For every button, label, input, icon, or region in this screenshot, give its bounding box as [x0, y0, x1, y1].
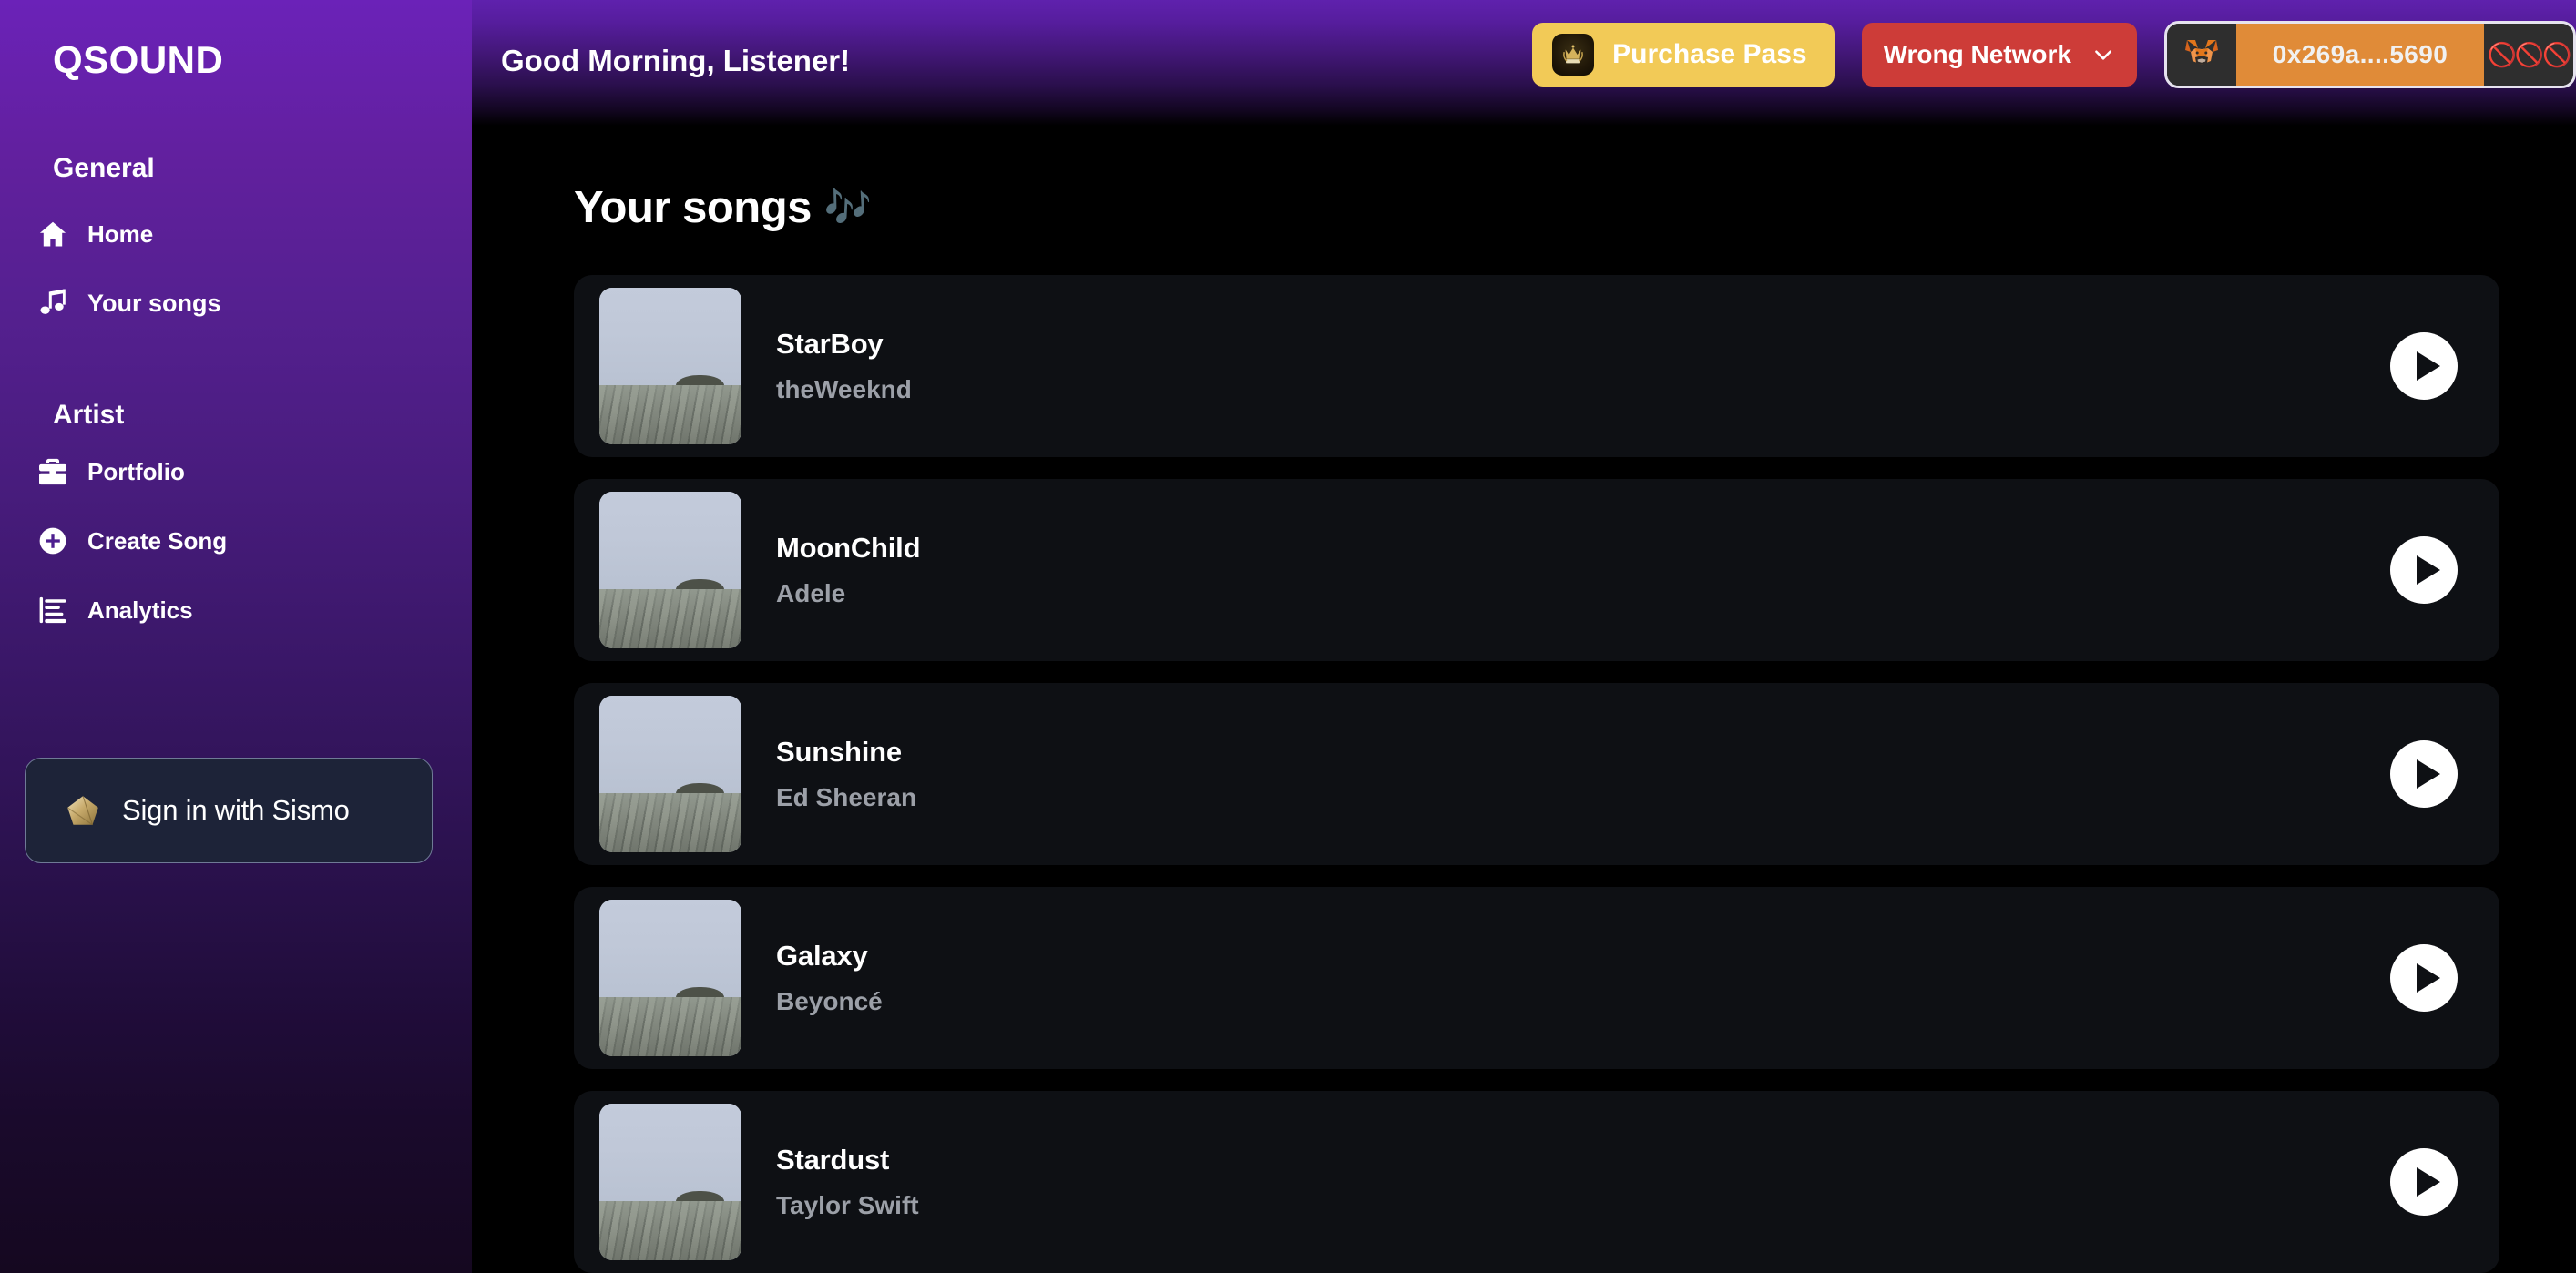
- song-meta: MoonChild Adele: [776, 532, 921, 608]
- song-meta: Sunshine Ed Sheeran: [776, 736, 916, 812]
- music-note-icon: [36, 287, 87, 320]
- app-root: QSOUND General Home Your songs Artist Po…: [0, 0, 2576, 1273]
- sidebar-item-analytics[interactable]: Analytics: [0, 582, 472, 638]
- song-meta: StarBoy theWeeknd: [776, 328, 912, 404]
- play-button[interactable]: [2390, 332, 2458, 400]
- sidebar-item-create-song[interactable]: Create Song: [0, 513, 472, 569]
- play-button[interactable]: [2390, 536, 2458, 604]
- song-title: Sunshine: [776, 736, 902, 768]
- metamask-fox-icon: [2167, 24, 2236, 86]
- play-icon: [2416, 555, 2440, 585]
- music-notes-emoji-icon: 🎶: [823, 186, 872, 229]
- song-meta: Stardust Taylor Swift: [776, 1144, 919, 1220]
- sidebar-item-home[interactable]: Home: [0, 206, 472, 262]
- album-art: [599, 492, 741, 648]
- sismo-button-label: Sign in with Sismo: [122, 794, 350, 826]
- sidebar-item-label: Analytics: [87, 596, 193, 624]
- song-artist: Ed Sheeran: [776, 783, 917, 811]
- network-label: Wrong Network: [1883, 40, 2071, 68]
- wallet-address-text: 0x269a....5690: [2236, 24, 2484, 86]
- plus-circle-icon: [36, 524, 87, 557]
- app-logo: QSOUND: [53, 38, 224, 81]
- network-selector-button[interactable]: Wrong Network: [1861, 23, 2137, 87]
- song-artist: Adele: [776, 579, 846, 607]
- song-title: Stardust: [776, 1144, 890, 1176]
- song-title: Galaxy: [776, 940, 868, 972]
- home-icon: [36, 218, 87, 250]
- song-artist: theWeeknd: [776, 375, 912, 403]
- play-button[interactable]: [2390, 944, 2458, 1012]
- song-row[interactable]: Sunshine Ed Sheeran: [574, 683, 2499, 865]
- album-art: [599, 288, 741, 444]
- play-icon: [2416, 759, 2440, 789]
- play-button[interactable]: [2390, 1148, 2458, 1216]
- sidebar-item-label: Your songs: [87, 289, 221, 317]
- song-row[interactable]: Galaxy Beyoncé: [574, 887, 2499, 1069]
- sidebar-item-label: Portfolio: [87, 458, 185, 485]
- purchase-pass-button[interactable]: Purchase Pass: [1532, 23, 1835, 87]
- song-title: StarBoy: [776, 328, 884, 360]
- sidebar-item-portfolio[interactable]: Portfolio: [0, 443, 472, 500]
- sidebar-section-general: General: [53, 153, 155, 183]
- purchase-pass-label: Purchase Pass: [1612, 39, 1807, 69]
- album-art: [599, 696, 741, 852]
- play-icon: [2416, 1167, 2440, 1197]
- sidebar-item-your-songs[interactable]: Your songs: [0, 275, 472, 331]
- sidebar: QSOUND General Home Your songs Artist Po…: [0, 0, 472, 1273]
- play-icon: [2416, 963, 2440, 993]
- chevron-down-icon: [2091, 43, 2115, 66]
- sidebar-item-label: Create Song: [87, 527, 228, 555]
- page-title: Your songs 🎶: [472, 126, 2576, 233]
- briefcase-icon: [36, 455, 87, 488]
- crown-badge-icon: [1552, 34, 1595, 76]
- greeting-text: Good Morning, Listener!: [501, 44, 851, 77]
- sidebar-item-label: Home: [87, 220, 154, 248]
- album-art: [599, 1104, 741, 1260]
- wallet-address-pill[interactable]: 0x269a....5690 🚫🚫🚫: [2164, 21, 2576, 88]
- song-row[interactable]: MoonChild Adele: [574, 479, 2499, 661]
- header-actions: Purchase Pass Wrong Network 0x269a....56…: [1532, 21, 2576, 88]
- sidebar-section-artist: Artist: [53, 400, 125, 430]
- song-row[interactable]: StarBoy theWeeknd: [574, 275, 2499, 457]
- album-art: [599, 900, 741, 1056]
- bar-chart-icon: [36, 594, 87, 626]
- song-row[interactable]: Stardust Taylor Swift: [574, 1091, 2499, 1273]
- song-artist: Taylor Swift: [776, 1191, 919, 1219]
- song-meta: Galaxy Beyoncé: [776, 940, 883, 1016]
- song-title: MoonChild: [776, 532, 921, 564]
- content-area: Your songs 🎶 StarBoy theWeeknd MoonChild…: [472, 126, 2576, 1273]
- top-header-bar: Good Morning, Listener! Purchase Pass Wr…: [472, 0, 2576, 126]
- song-artist: Beyoncé: [776, 987, 883, 1015]
- play-button[interactable]: [2390, 740, 2458, 808]
- play-icon: [2416, 351, 2440, 381]
- sign-in-with-sismo-button[interactable]: Sign in with Sismo: [25, 758, 433, 863]
- sismo-pentagon-icon: [64, 791, 102, 830]
- wallet-status-icons: 🚫🚫🚫: [2484, 24, 2573, 86]
- main-area: Good Morning, Listener! Purchase Pass Wr…: [472, 0, 2576, 1273]
- song-list: StarBoy theWeeknd MoonChild Adele Sunshi…: [472, 275, 2576, 1273]
- page-title-text: Your songs: [574, 183, 812, 232]
